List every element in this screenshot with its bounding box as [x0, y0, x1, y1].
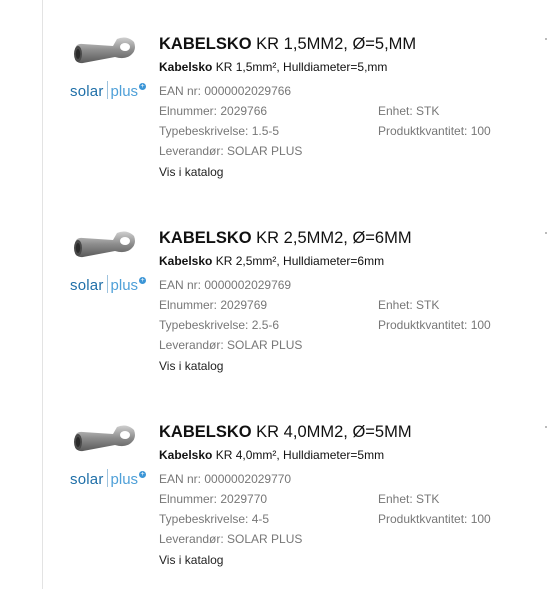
unit: Enhet: STK: [378, 492, 440, 506]
ean-number: EAN nr: 0000002029769: [159, 278, 292, 292]
product-quantity: Produktkvantitet: 100: [378, 512, 491, 526]
product-quantity: Produktkvantitet: 100: [378, 124, 491, 138]
cable-lug-image: [74, 425, 135, 452]
solar-plus-logo: solar plus +: [70, 81, 147, 100]
scroll-marker: [545, 232, 547, 234]
el-number: Elnummer: 2029769: [159, 298, 268, 312]
product-subtitle: Kabelsko KR 2,5mm², Hulldiameter=6mm: [159, 254, 385, 268]
view-in-catalog-link[interactable]: Vis i katalog: [159, 359, 223, 373]
el-number: Elnummer: 2029766: [159, 104, 268, 118]
ean-number: EAN nr: 0000002029770: [159, 472, 292, 486]
unit: Enhet: STK: [378, 298, 440, 312]
product-title[interactable]: KABELSKO KR 1,5MM2, Ø=5,MM: [159, 35, 416, 54]
scroll-marker: [545, 426, 547, 428]
product-title[interactable]: KABELSKO KR 2,5MM2, Ø=6MM: [159, 229, 412, 248]
solar-plus-logo: solar plus +: [70, 275, 147, 294]
product-subtitle: Kabelsko KR 1,5mm², Hulldiameter=5,mm: [159, 60, 388, 74]
unit: Enhet: STK: [378, 104, 440, 118]
supplier: Leverandør: SOLAR PLUS: [159, 144, 303, 158]
cable-lug-image: [74, 231, 135, 258]
ean-number: EAN nr: 0000002029766: [159, 84, 292, 98]
view-in-catalog-link[interactable]: Vis i katalog: [159, 553, 223, 567]
product-card: solar plus + KABELSKO KR 4,0MM2, Ø=5MM Kab…: [43, 421, 548, 611]
product-card: solar plus + KABELSKO KR 2,5MM2, Ø=6MM Kab…: [43, 227, 548, 417]
product-card: solar plus + KABELSKO KR 1,5MM2, Ø=5,MM Ka…: [43, 33, 548, 223]
view-in-catalog-link[interactable]: Vis i katalog: [159, 165, 223, 179]
solar-plus-logo: solar plus +: [70, 469, 147, 488]
product-title[interactable]: KABELSKO KR 4,0MM2, Ø=5MM: [159, 423, 412, 442]
product-quantity: Produktkvantitet: 100: [378, 318, 491, 332]
scroll-marker: [545, 38, 547, 40]
el-number: Elnummer: 2029770: [159, 492, 268, 506]
cable-lug-image: [74, 37, 135, 64]
type-description: Typebeskrivelse: 2.5-6: [159, 318, 280, 332]
product-subtitle: Kabelsko KR 4,0mm², Hulldiameter=5mm: [159, 448, 385, 462]
type-description: Typebeskrivelse: 4-5: [159, 512, 270, 526]
supplier: Leverandør: SOLAR PLUS: [159, 338, 303, 352]
supplier: Leverandør: SOLAR PLUS: [159, 532, 303, 546]
type-description: Typebeskrivelse: 1.5-5: [159, 124, 280, 138]
